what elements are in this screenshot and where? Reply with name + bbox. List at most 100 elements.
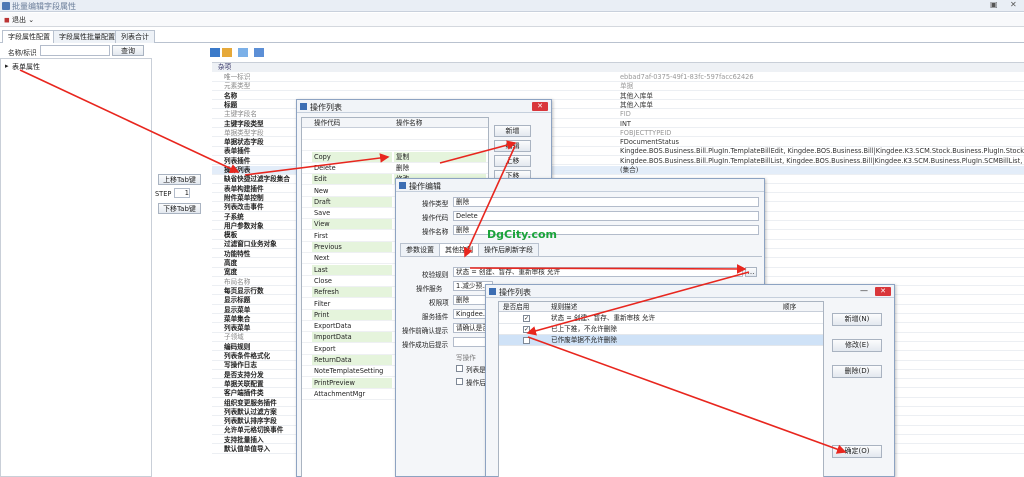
close-icon[interactable]: ✕ [875, 287, 891, 296]
grid-row-key: 过滤窗口业务对象 [224, 240, 277, 249]
grid-row-key: 标题 [224, 100, 238, 109]
grid-row-key: 名称 [224, 91, 238, 100]
op-code-label: 操作代码 [422, 214, 449, 222]
op-code-cell: Draft [312, 196, 392, 207]
rule-list-dialog: 操作列表 — ✕ 是否启用 规则描述 顺序 ✓ 状态 = 创建、暂存、重新审核 允… [485, 284, 895, 477]
col-enabled-header: 是否启用 [503, 303, 530, 311]
move-up-tab-button[interactable]: 上移Tab键 [158, 174, 201, 185]
grid-row-value: 单据 [620, 82, 634, 91]
op-type-input[interactable]: 删除 [453, 197, 759, 207]
search-button[interactable]: 查询 [112, 45, 144, 56]
grid-row-key: 缺省快捷过滤字段集合 [224, 175, 290, 184]
op-list-dialog-title: 操作列表 [310, 103, 342, 112]
op-list-row[interactable] [302, 140, 488, 152]
rule-row[interactable]: ✓ 状态 = 创建、暂存、重新审核 允许 [499, 313, 823, 324]
rule-edit-button[interactable]: 修改(E) [832, 339, 882, 352]
op-code-cell: ImportData [312, 332, 392, 343]
op-list-dialog-header: 操作列表 ✕ [297, 100, 551, 113]
grid-row-key: 编码规则 [224, 342, 251, 351]
sort-category-icon[interactable] [210, 48, 220, 57]
search-input[interactable] [40, 45, 110, 56]
grid-row-key: 组织变更服务插件 [224, 398, 277, 407]
close-icon[interactable]: ✕ [532, 102, 548, 111]
op-list-row[interactable]: Copy 复制 [302, 151, 488, 163]
ellipsis-button[interactable]: … [745, 267, 757, 277]
col-order-header: 顺序 [783, 303, 797, 311]
grid-row-key: 功能特性 [224, 249, 251, 258]
grid-row-key: 模板 [224, 231, 238, 240]
step-input[interactable]: 1 [174, 188, 190, 198]
rule-delete-button[interactable]: 删除(D) [832, 365, 882, 378]
check-rule-label: 校验规则 [422, 271, 449, 279]
close-window-icon[interactable]: ✕ [1010, 0, 1017, 9]
op-name-label: 操作名称 [422, 228, 449, 236]
check-rule-input[interactable]: 状态 = 创建、暂存、重新审核 允许 [453, 267, 743, 277]
title-bar: 批量编辑字段属性 ▣ ✕ [0, 0, 1024, 12]
op-code-cell: PrintPreview [312, 377, 392, 388]
move-down-tab-button[interactable]: 下移Tab键 [158, 203, 201, 214]
grid-row-key: 是否支持分发 [224, 370, 264, 379]
rule-enabled-checkbox[interactable] [523, 337, 530, 344]
grid-row-key: 单据关联配置 [224, 379, 264, 388]
grid-row-value: FOBJECTTYPEID [620, 128, 672, 137]
op-list-header: 操作代码 操作名称 [302, 118, 488, 128]
tree-expand-icon[interactable]: ▸ [5, 62, 9, 70]
op-edit-dialog-title: 操作编辑 [409, 182, 441, 191]
grid-row-key: 列表插件 [224, 156, 251, 165]
grid-row-key: 菜单集合 [224, 314, 251, 323]
rule-list-dialog-header: 操作列表 — ✕ [486, 285, 894, 298]
col-desc-header: 规则描述 [551, 303, 578, 311]
toolbar: ◼ 退出 ⌄ [0, 13, 1024, 27]
op-type-label: 操作类型 [422, 200, 449, 208]
sort-alpha-icon[interactable] [222, 48, 232, 57]
op-list-row[interactable] [302, 129, 488, 140]
grid-row-key: 显示标题 [224, 296, 251, 305]
chevron-down-icon: ⌄ [28, 16, 35, 24]
op-code-cell: AttachmentMgr [314, 389, 366, 398]
exit-button[interactable]: ◼ 退出 ⌄ [4, 15, 34, 25]
tab-divider [400, 256, 762, 257]
minimize-icon[interactable]: — [860, 286, 868, 295]
list-checkbox[interactable] [456, 365, 463, 372]
tab-field-batch[interactable]: 字段属性批量配置 [53, 30, 121, 43]
exit-icon: ◼ [4, 16, 10, 24]
grid-row-key: 支持批量插入 [224, 435, 264, 444]
rule-list-dialog-title: 操作列表 [499, 288, 531, 297]
ok-button[interactable]: 确定(O) [832, 445, 882, 458]
service-label: 操作服务 [416, 285, 443, 293]
grid-row-key: 主键字段名 [224, 110, 257, 119]
properties-icon[interactable] [238, 48, 248, 57]
after-op-checkbox[interactable] [456, 378, 463, 385]
pages-icon[interactable] [254, 48, 264, 57]
op-code-cell: Next [314, 254, 330, 263]
rule-enabled-checkbox[interactable]: ✓ [523, 315, 530, 322]
grid-row[interactable]: 元素类型 单据 [212, 82, 1024, 91]
op-move-up-button[interactable]: 上移 [494, 155, 531, 167]
window-title: 批量编辑字段属性 [12, 2, 76, 11]
rule-row[interactable]: 已作废单据不允许删除 [499, 335, 823, 346]
grid-row-value: FDocumentStatus [620, 138, 679, 147]
op-code-cell: Close [314, 276, 332, 285]
op-edit-dialog-header: 操作编辑 [396, 179, 764, 192]
plugin-label: 服务插件 [422, 313, 449, 321]
tree-root-item[interactable]: 表单属性 [12, 62, 40, 72]
tab-params[interactable]: 参数设置 [400, 243, 440, 256]
tab-field-props[interactable]: 字段属性配置 [2, 30, 56, 43]
op-list-row[interactable]: Delete 删除 [302, 163, 488, 174]
grid-row-key: 列表默认排序字段 [224, 417, 277, 426]
rule-new-button[interactable]: 新增(N) [832, 313, 882, 326]
grid-row-key: 子领域 [224, 333, 244, 342]
rule-row[interactable]: ✓ 已上下推，不允许删除 [499, 324, 823, 335]
tab-refresh-fields[interactable]: 操作后刷新字段 [478, 243, 539, 256]
restore-icon[interactable]: ▣ [990, 0, 998, 9]
grid-row-value: 其他入库单 [620, 100, 653, 109]
op-edit-button[interactable]: 编辑 [494, 140, 531, 152]
rule-enabled-checkbox[interactable]: ✓ [523, 326, 530, 333]
tab-list-total[interactable]: 列表合计 [115, 30, 155, 43]
op-code-input[interactable]: Delete [453, 211, 759, 221]
op-new-button[interactable]: 新增 [494, 125, 531, 137]
grid-row-value: FID [620, 110, 631, 119]
tab-other-control[interactable]: 其他控制 [439, 243, 479, 256]
grid-row[interactable]: 唯一标识 ebbad7af-0375-49f1-83fc-597facc62426 [212, 73, 1024, 82]
op-code-cell: Save [314, 209, 331, 218]
